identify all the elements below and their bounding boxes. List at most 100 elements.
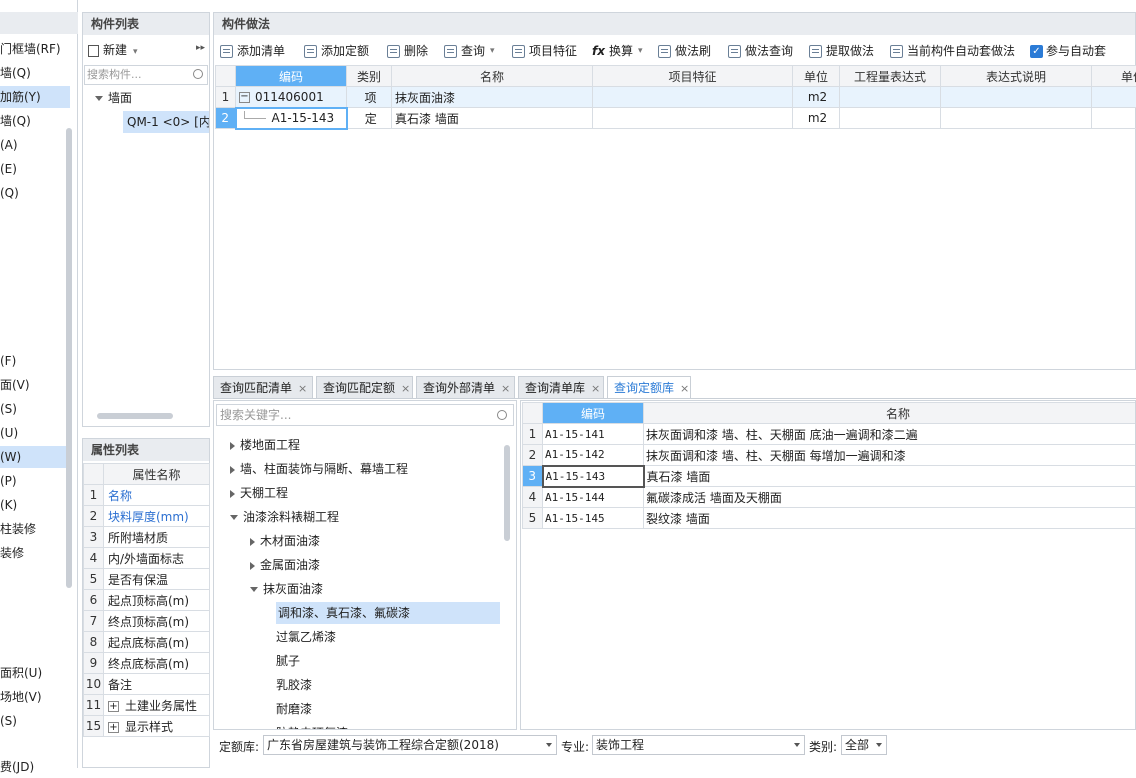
method-col-header[interactable]: 单位 — [793, 66, 840, 87]
quota-name[interactable]: 抹灰面调和漆 墙、柱、天棚面 底油一遍调和漆二遍 — [644, 424, 1136, 445]
method-cell-type[interactable]: 定 — [347, 108, 392, 129]
left-nav-item[interactable]: (S) — [0, 398, 70, 420]
method-brush-button[interactable]: 做法刷 — [658, 39, 711, 63]
quota-tree-item[interactable]: 防静电环氧漆 — [276, 722, 348, 730]
item-feature-button[interactable]: 项目特征 — [512, 39, 577, 63]
quota-name[interactable]: 真石漆 墙面 — [644, 466, 1136, 487]
left-nav-item[interactable]: 墙(Q) — [0, 62, 70, 84]
method-cell-code[interactable]: A1-15-143 — [236, 108, 347, 129]
method-cell-unit[interactable]: m2 — [793, 87, 840, 108]
quota-tree-item[interactable]: 过氯乙烯漆 — [276, 626, 336, 648]
category-select[interactable]: 全部 — [841, 735, 887, 755]
left-nav-item[interactable]: 费(JD) — [0, 756, 70, 778]
collapse-arrow-icon[interactable] — [250, 587, 258, 592]
quota-tree-item[interactable]: 腻子 — [276, 650, 300, 672]
expand-arrow-icon[interactable] — [230, 466, 235, 474]
left-nav-item[interactable]: (U) — [0, 422, 70, 444]
left-nav-item[interactable]: (A) — [0, 134, 70, 156]
quota-name[interactable]: 裂纹漆 墙面 — [644, 508, 1136, 529]
left-nav-item[interactable]: (W) — [0, 446, 70, 468]
major-select[interactable]: 装饰工程 — [592, 735, 805, 755]
method-col-header[interactable]: 名称 — [392, 66, 593, 87]
auto-apply-button[interactable]: 当前构件自动套做法 — [890, 39, 1015, 63]
close-icon[interactable]: × — [680, 382, 689, 395]
property-row[interactable]: 11+土建业务属性 — [84, 695, 210, 716]
expand-arrow-icon[interactable] — [250, 538, 255, 546]
extract-method-button[interactable]: 提取做法 — [809, 39, 874, 63]
query-tab[interactable]: 查询外部清单× — [416, 376, 515, 398]
quota-tree-item[interactable]: 乳胶漆 — [276, 674, 312, 696]
quota-row[interactable]: 1A1-15-141抹灰面调和漆 墙、柱、天棚面 底油一遍调和漆二遍 — [523, 424, 1136, 445]
property-row[interactable]: 6起点顶标高(m) — [84, 590, 210, 611]
method-cell-expr[interactable] — [840, 108, 941, 129]
query-tab[interactable]: 查询定额库× — [607, 376, 691, 398]
property-row[interactable]: 4内/外墙面标志 — [84, 548, 210, 569]
method-query-button[interactable]: 做法查询 — [728, 39, 793, 63]
tree-root-wall[interactable]: 墙面 — [95, 87, 132, 109]
property-row[interactable]: 8起点底标高(m) — [84, 632, 210, 653]
quota-name[interactable]: 抹灰面调和漆 墙、柱、天棚面 每增加一遍调和漆 — [644, 445, 1136, 466]
new-button[interactable]: 新建▾ — [85, 39, 138, 61]
add-quota-button[interactable]: 添加定额 — [304, 39, 369, 63]
expand-arrow-icon[interactable] — [250, 562, 255, 570]
quota-search-input[interactable]: 搜索关键字... — [216, 404, 514, 426]
quota-code[interactable]: A1-15-144 — [543, 487, 644, 508]
close-icon[interactable]: × — [501, 382, 510, 395]
left-nav-item[interactable]: 加筋(Y) — [0, 86, 70, 108]
close-icon[interactable]: × — [591, 382, 600, 395]
search-icon[interactable] — [193, 69, 203, 79]
quota-code[interactable]: A1-15-145 — [543, 508, 644, 529]
left-nav-item[interactable]: 装修 — [0, 542, 70, 564]
convert-button[interactable]: fx换算▾ — [592, 39, 643, 63]
left-nav-item[interactable]: 面(V) — [0, 374, 70, 396]
component-list-scrollbar[interactable] — [97, 413, 173, 419]
collapse-arrow-icon[interactable] — [95, 96, 103, 101]
property-row[interactable]: 5是否有保温 — [84, 569, 210, 590]
expand-plus-icon[interactable]: + — [108, 722, 119, 733]
left-nav-item[interactable]: 墙(Q) — [0, 110, 70, 132]
method-cell-price[interactable]: 5 — [1092, 108, 1136, 129]
quota-code[interactable]: A1-15-143 — [543, 466, 644, 487]
left-nav-item[interactable]: (P) — [0, 470, 70, 492]
property-row[interactable]: 9终点底标高(m) — [84, 653, 210, 674]
quota-tree-item[interactable]: 木材面油漆 — [250, 530, 320, 552]
quota-col-header[interactable]: 编码 — [543, 403, 644, 424]
left-nav-scrollbar[interactable] — [66, 128, 72, 588]
quota-tree-item[interactable]: 楼地面工程 — [230, 434, 300, 456]
quota-row[interactable]: 2A1-15-142抹灰面调和漆 墙、柱、天棚面 每增加一遍调和漆 — [523, 445, 1136, 466]
quota-name[interactable]: 氟碳漆成活 墙面及天棚面 — [644, 487, 1136, 508]
quota-tree-item[interactable]: 油漆涂料裱糊工程 — [230, 506, 339, 528]
quota-tree-scrollbar[interactable] — [504, 445, 510, 541]
quota-row[interactable]: 3A1-15-143真石漆 墙面 — [523, 466, 1136, 487]
query-tab[interactable]: 查询清单库× — [518, 376, 604, 398]
method-col-header[interactable]: 项目特征 — [593, 66, 793, 87]
tree-item-qm1[interactable]: QM-1 <0> [内 — [123, 111, 209, 133]
quota-tree-item[interactable]: 耐磨漆 — [276, 698, 312, 720]
close-icon[interactable]: × — [298, 382, 307, 395]
method-cell-desc[interactable] — [941, 108, 1092, 129]
method-cell-unit[interactable]: m2 — [793, 108, 840, 129]
method-col-header[interactable]: 编码 — [236, 66, 347, 87]
property-row[interactable]: 15+显示样式 — [84, 716, 210, 737]
property-row[interactable]: 2块料厚度(mm) — [84, 506, 210, 527]
method-cell-feature[interactable] — [593, 108, 793, 129]
expand-arrow-icon[interactable] — [230, 490, 235, 498]
quota-row[interactable]: 4A1-15-144氟碳漆成活 墙面及天棚面 — [523, 487, 1136, 508]
method-cell-desc[interactable] — [941, 87, 1092, 108]
add-list-button[interactable]: 添加清单 — [220, 39, 285, 63]
component-search-input[interactable]: 搜索构件... — [84, 65, 208, 85]
method-col-header[interactable]: 类别 — [347, 66, 392, 87]
quota-tree-item[interactable]: 调和漆、真石漆、氟碳漆 — [276, 602, 500, 624]
left-nav-item[interactable]: (F) — [0, 350, 70, 372]
more-icon[interactable]: ▸▸ — [196, 43, 205, 53]
query-tab[interactable]: 查询匹配清单× — [213, 376, 313, 398]
left-nav-item[interactable]: (E) — [0, 158, 70, 180]
method-cell-price[interactable] — [1092, 87, 1136, 108]
method-col-header[interactable]: 工程量表达式 — [840, 66, 941, 87]
method-cell-name[interactable]: 真石漆 墙面 — [392, 108, 593, 129]
participate-auto-checkbox[interactable]: ✓参与自动套 — [1030, 39, 1106, 63]
expand-arrow-icon[interactable] — [230, 442, 235, 450]
property-row[interactable]: 3所附墙材质 — [84, 527, 210, 548]
quota-row[interactable]: 5A1-15-145裂纹漆 墙面 — [523, 508, 1136, 529]
left-nav-item[interactable]: (Q) — [0, 182, 70, 204]
